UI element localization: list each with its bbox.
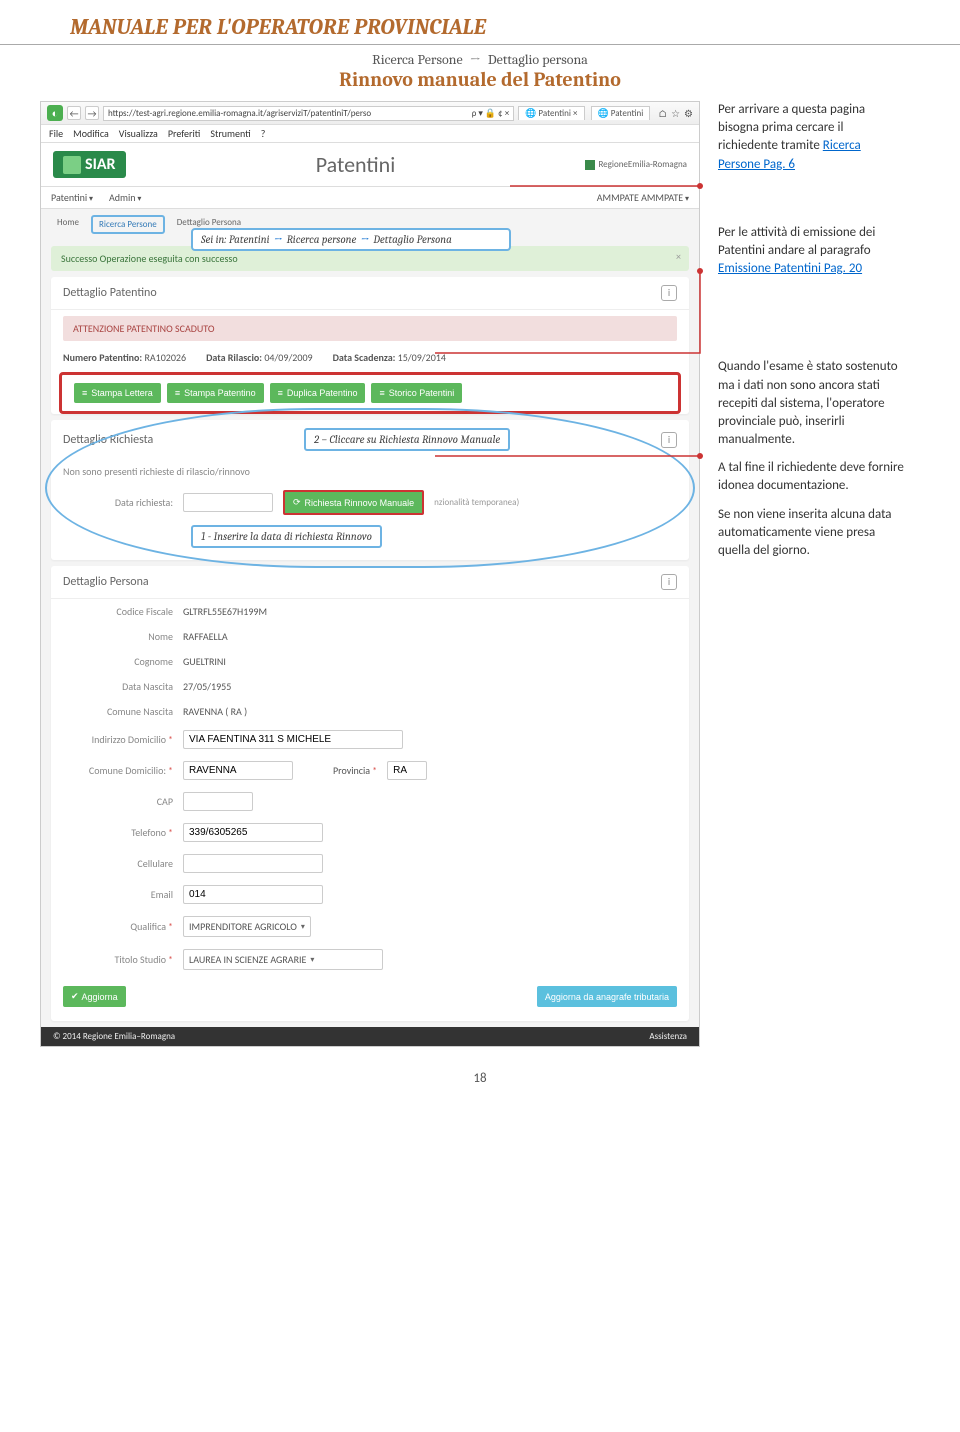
comune-nascita-value: RAVENNA ( RA ) (183, 705, 247, 718)
page-number: 18 (0, 1071, 960, 1098)
browser-menu-bar: File Modifica Visualizza Preferiti Strum… (41, 125, 699, 143)
panel-title: Dettaglio Patentino (63, 286, 157, 300)
nav-user[interactable]: AMMPATE AMMPATE (597, 191, 689, 204)
telefono-input[interactable] (183, 823, 323, 842)
document-title: Rinnovo manuale del Patentino (0, 68, 960, 91)
app-footer: © 2014 Regione Emilia–Romagna Assistenza (41, 1027, 699, 1046)
aggiorna-anagrafe-button[interactable]: Aggiorna da anagrafe tributaria (537, 986, 677, 1007)
nav-bar: Patentini Admin AMMPATE AMMPATE (41, 187, 699, 209)
screenshot-area: ◐ ← → https://test-agri.regione.emilia-r… (40, 101, 700, 1047)
document-subheader: Ricerca Persone → Dettaglio persona (0, 51, 960, 68)
titolo-studio-select[interactable]: LAUREA IN SCIENZE AGRARIE (183, 949, 383, 970)
storico-patentini-button[interactable]: Storico Patentini (371, 383, 462, 403)
qualifica-select[interactable]: IMPRENDITORE AGRICOLO (183, 916, 311, 937)
data-richiesta-input[interactable] (183, 493, 273, 512)
duplica-patentino-button[interactable]: Duplica Patentino (270, 383, 366, 403)
browser-toolbar: ◐ ← → https://test-agri.regione.emilia-r… (41, 102, 699, 125)
app-title: Patentini (126, 151, 586, 178)
menu-strumenti[interactable]: Strumenti (210, 127, 250, 140)
comune-domicilio-input[interactable] (183, 761, 293, 780)
provincia-input[interactable] (387, 761, 427, 780)
favorites-icon[interactable]: ☆ (671, 107, 680, 120)
close-icon[interactable]: × (676, 250, 681, 263)
menu-modifica[interactable]: Modifica (73, 127, 109, 140)
indirizzo-input[interactable] (183, 730, 403, 749)
panel-dettaglio-patentino: Dettaglio Patentino i ATTENZIONE PATENTI… (51, 277, 689, 414)
list-icon (82, 388, 87, 398)
siar-logo: SIAR (53, 151, 126, 178)
side-text: Per arrivare a questa pagina bisogna pri… (718, 101, 905, 1047)
annotation-step-1: 1 - Inserire la data di richiesta Rinnov… (191, 525, 382, 548)
region-brand: RegioneEmilia-Romagna (585, 159, 687, 170)
label-data-richiesta: Data richiesta: (63, 496, 173, 509)
numero-patentino: RA102026 (144, 351, 186, 364)
list-icon (278, 388, 283, 398)
refresh-icon (293, 497, 301, 508)
annotation-sei-in: Sei in: Patentini → Ricerca persone → De… (191, 228, 511, 251)
logo-mark-icon (63, 156, 81, 174)
data-scadenza: 15/09/2014 (398, 351, 446, 364)
panel-title: Dettaglio Richiesta (63, 433, 153, 447)
browser-tab-2[interactable]: 🌐 Patentini (591, 106, 651, 120)
region-icon (585, 160, 595, 170)
panel-dettaglio-richiesta: Dettaglio Richiesta 2 – Cliccare su Rich… (51, 420, 689, 560)
browser-app-icon: ◐ (47, 105, 63, 121)
back-button[interactable]: ← (67, 106, 81, 120)
list-icon (379, 388, 384, 398)
cognome-value: GUELTRINI (183, 655, 226, 668)
richiesta-rinnovo-manuale-button[interactable]: Richiesta Rinnovo Manuale (283, 490, 424, 515)
info-icon[interactable]: i (661, 432, 677, 448)
panel-dettaglio-persona: Dettaglio Persona i Codice FiscaleGLTRFL… (51, 566, 689, 1021)
menu-file[interactable]: File (49, 127, 63, 140)
email-input[interactable] (183, 885, 323, 904)
app-root: SIAR Patentini RegioneEmilia-Romagna Pat… (41, 143, 699, 1046)
menu-help[interactable]: ? (261, 127, 266, 140)
alert-scaduto: ATTENZIONE PATENTINO SCADUTO (63, 316, 677, 341)
data-nascita-value: 27/05/1955 (183, 680, 231, 693)
panel-title: Dettaglio Persona (63, 575, 149, 589)
address-bar[interactable]: https://test-agri.regione.emilia-romagna… (103, 106, 514, 121)
funz-temp-text: nzionalità temporanea) (434, 497, 519, 508)
footer-assistenza-link[interactable]: Assistenza (649, 1031, 687, 1042)
document-header: MANUALE PER L'OPERATORE PROVINCIALE (0, 0, 960, 45)
browser-window: ◐ ← → https://test-agri.regione.emilia-r… (40, 101, 700, 1047)
no-richieste-text: Non sono presenti richieste di rilascio/… (63, 465, 250, 478)
action-buttons-row: Stampa Lettera Stampa Patentino Duplica … (59, 372, 681, 414)
crumb-ricerca-persone[interactable]: Ricerca Persone (91, 215, 165, 234)
aggiorna-button[interactable]: Aggiorna (63, 986, 126, 1007)
nav-admin[interactable]: Admin (109, 191, 141, 204)
browser-tab-1[interactable]: 🌐 Patentini × (518, 106, 584, 120)
nome-value: RAFFAELLA (183, 630, 228, 643)
crumb-home[interactable]: Home (51, 215, 85, 234)
home-icon[interactable]: ⌂ (658, 107, 667, 120)
cap-input[interactable] (183, 792, 253, 811)
menu-preferiti[interactable]: Preferiti (168, 127, 201, 140)
list-icon (175, 388, 180, 398)
link-emissione-patentini[interactable]: Emissione Patentini Pag. 20 (718, 261, 862, 276)
info-icon[interactable]: i (661, 285, 677, 301)
data-rilascio: 04/09/2009 (264, 351, 312, 364)
stampa-lettera-button[interactable]: Stampa Lettera (74, 383, 161, 403)
forward-button[interactable]: → (85, 106, 99, 120)
menu-visualizza[interactable]: Visualizza (119, 127, 158, 140)
cf-value: GLTRFL55E67H199M (183, 605, 267, 618)
info-icon[interactable]: i (661, 574, 677, 590)
cellulare-input[interactable] (183, 854, 323, 873)
app-header: SIAR Patentini RegioneEmilia-Romagna (41, 143, 699, 187)
nav-patentini[interactable]: Patentini (51, 191, 93, 204)
gear-icon[interactable]: ⚙ (684, 107, 693, 120)
stampa-patentino-button[interactable]: Stampa Patentino (167, 383, 264, 403)
annotation-step-2: 2 – Cliccare su Richiesta Rinnovo Manual… (304, 428, 510, 451)
